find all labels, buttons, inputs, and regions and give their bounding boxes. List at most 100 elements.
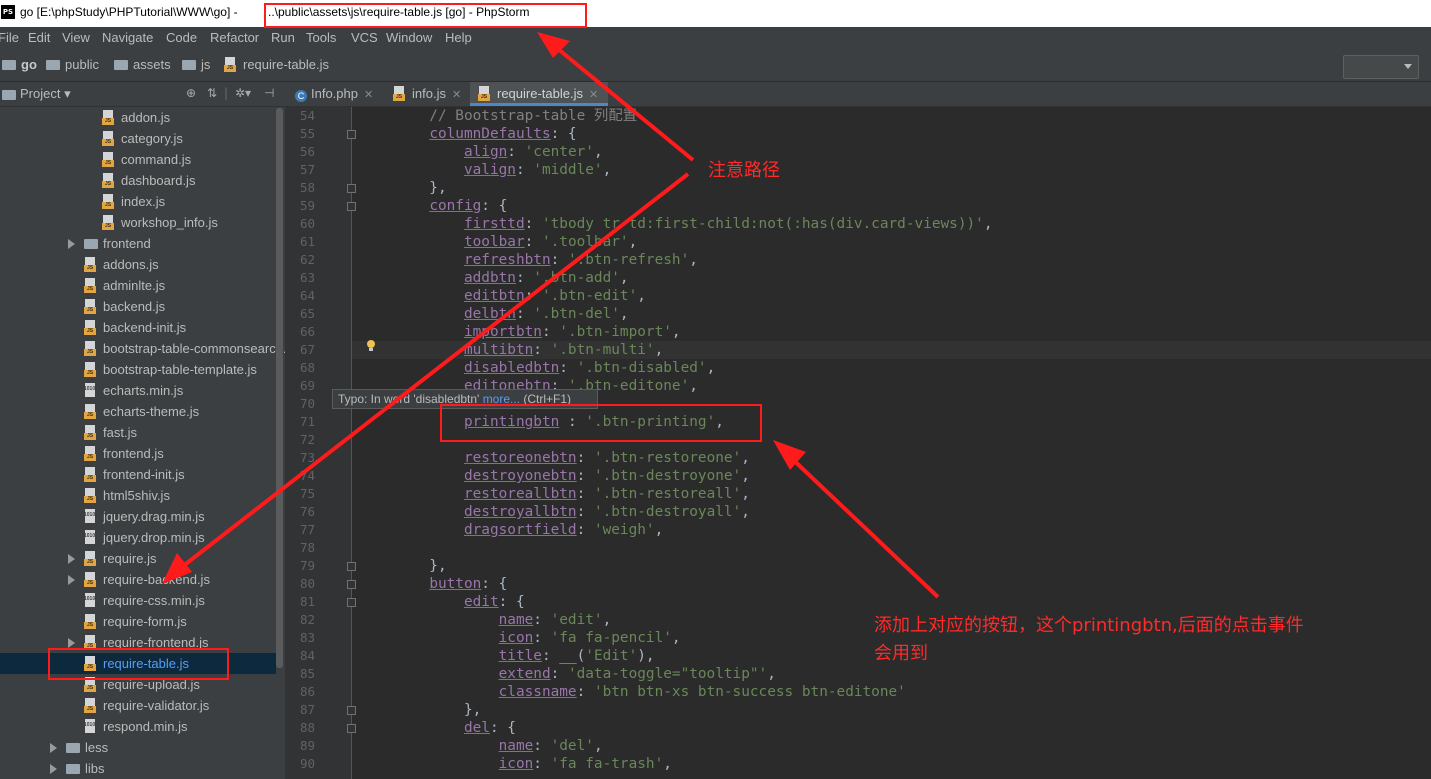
tree-item-label: fast.js [103, 425, 137, 440]
tree-item-content: bootstrap-table-template.js [84, 359, 257, 380]
menu-window[interactable]: Window [386, 30, 432, 45]
close-icon[interactable]: ✕ [452, 89, 461, 101]
tree-item-label: html5shiv.js [103, 488, 170, 503]
menu-view[interactable]: View [62, 30, 90, 45]
locate-file-icon[interactable]: ⊕ [186, 86, 196, 100]
expand-arrow-icon[interactable] [50, 764, 57, 774]
tree-item[interactable]: frontend.js [0, 443, 276, 464]
tree-item[interactable]: require-validator.js [0, 695, 276, 716]
tree-item[interactable]: require-backend.js [0, 569, 276, 590]
expand-arrow-icon[interactable] [68, 638, 75, 648]
tree-item[interactable]: index.js [0, 191, 276, 212]
expand-arrow-icon[interactable] [50, 743, 57, 753]
js-file-icon [84, 425, 98, 440]
fold-marker-icon[interactable] [347, 724, 356, 733]
tree-item[interactable]: respond.min.js [0, 716, 276, 737]
fold-marker-icon[interactable] [347, 184, 356, 193]
menu-tools[interactable]: Tools [306, 30, 336, 45]
close-icon[interactable]: ✕ [364, 89, 373, 101]
binary-file-icon [84, 719, 98, 734]
js-file-icon [393, 86, 407, 101]
menu-run[interactable]: Run [271, 30, 295, 45]
fold-marker-icon[interactable] [347, 202, 356, 211]
tree-item[interactable]: frontend [0, 233, 276, 254]
tree-item[interactable]: require-css.min.js [0, 590, 276, 611]
breadcrumb-public[interactable]: public [46, 57, 99, 72]
expand-arrow-icon[interactable] [68, 554, 75, 564]
line-number: 67 [299, 342, 315, 357]
tree-item[interactable]: category.js [0, 128, 276, 149]
tree-item-content: jquery.drop.min.js [84, 527, 205, 548]
tree-item[interactable]: jquery.drop.min.js [0, 527, 276, 548]
menu-navigate[interactable]: Navigate [102, 30, 153, 45]
menu-vcs[interactable]: VCS [351, 30, 378, 45]
code-line: columnDefaults: { [429, 126, 577, 142]
line-number: 81 [299, 594, 315, 609]
window-title-prefix: go [E:\phpStudy\PHPTutorial\WWW\go] - [20, 5, 238, 19]
fold-marker-icon[interactable] [347, 706, 356, 715]
tree-item[interactable]: libs [0, 758, 276, 779]
lightbulb-icon[interactable] [366, 340, 376, 352]
tree-item[interactable]: jquery.drag.min.js [0, 506, 276, 527]
hide-panel-icon[interactable]: ⊣ [264, 86, 274, 100]
breadcrumb-file[interactable]: require-table.js [224, 57, 329, 72]
close-icon[interactable]: ✕ [589, 89, 598, 101]
collapse-all-icon[interactable]: ⇅ [207, 86, 217, 100]
tree-item-label: require-validator.js [103, 698, 210, 713]
folder-icon [2, 60, 16, 70]
code-line: disabledbtn: '.btn-disabled', [463, 360, 716, 376]
tree-item[interactable]: fast.js [0, 422, 276, 443]
tree-item[interactable]: adminlte.js [0, 275, 276, 296]
tree-item[interactable]: echarts-theme.js [0, 401, 276, 422]
tree-item-content: index.js [102, 191, 165, 212]
tree-item[interactable]: backend.js [0, 296, 276, 317]
tree-item[interactable]: dashboard.js [0, 170, 276, 191]
code-line: name: 'edit', [498, 612, 612, 628]
tree-item-content: require-backend.js [84, 569, 210, 590]
tree-item[interactable]: workshop_info.js [0, 212, 276, 233]
breadcrumb-js[interactable]: js [182, 57, 210, 72]
fold-marker-icon[interactable] [347, 598, 356, 607]
fold-marker-icon[interactable] [347, 580, 356, 589]
run-configuration-dropdown[interactable] [1343, 55, 1419, 79]
code-line: refreshbtn: '.btn-refresh', [463, 252, 698, 268]
tree-item[interactable]: require-form.js [0, 611, 276, 632]
tree-item[interactable]: html5shiv.js [0, 485, 276, 506]
gear-icon[interactable]: ✲▾ [235, 86, 251, 100]
menu-bar: File Edit View Navigate Code Refactor Ru… [0, 27, 1431, 51]
fold-marker-icon[interactable] [347, 130, 356, 139]
fold-marker-icon[interactable] [347, 562, 356, 571]
binary-file-icon [84, 509, 98, 524]
tab-require-table-js[interactable]: require-table.js ✕ [470, 82, 608, 106]
menu-file[interactable]: File [0, 30, 19, 45]
tree-item[interactable]: echarts.min.js [0, 380, 276, 401]
menu-code[interactable]: Code [166, 30, 197, 45]
expand-arrow-icon[interactable] [68, 575, 75, 585]
menu-refactor[interactable]: Refactor [210, 30, 259, 45]
tree-item[interactable]: addon.js [0, 107, 276, 128]
tab-info-js[interactable]: info.js ✕ [385, 82, 473, 106]
tree-item[interactable]: bootstrap-table-template.js [0, 359, 276, 380]
tree-item[interactable]: less [0, 737, 276, 758]
tree-item-label: require.js [103, 551, 157, 566]
menu-edit[interactable]: Edit [28, 30, 50, 45]
tree-item-label: require-css.min.js [103, 593, 205, 608]
tree-item[interactable]: frontend-init.js [0, 464, 276, 485]
project-scrollbar[interactable] [276, 108, 283, 668]
tree-item-content: fast.js [84, 422, 137, 443]
expand-arrow-icon[interactable] [68, 239, 75, 249]
menu-help[interactable]: Help [445, 30, 472, 45]
tree-item[interactable]: command.js [0, 149, 276, 170]
tree-item[interactable]: addons.js [0, 254, 276, 275]
code-line: classname: 'btn btn-xs btn-success btn-e… [498, 684, 906, 700]
line-number: 68 [299, 360, 315, 375]
breadcrumb-go[interactable]: go [2, 57, 37, 72]
project-panel-title[interactable]: Project ▾ [20, 86, 71, 102]
tree-item[interactable]: require.js [0, 548, 276, 569]
breadcrumb-assets[interactable]: assets [114, 57, 171, 72]
tree-item[interactable]: bootstrap-table-commonsearch.js [0, 338, 296, 359]
js-file-icon [102, 194, 116, 209]
tab-info-php[interactable]: C Info.php ✕ [287, 82, 387, 106]
chevron-down-icon [1404, 64, 1412, 69]
tree-item[interactable]: backend-init.js [0, 317, 276, 338]
